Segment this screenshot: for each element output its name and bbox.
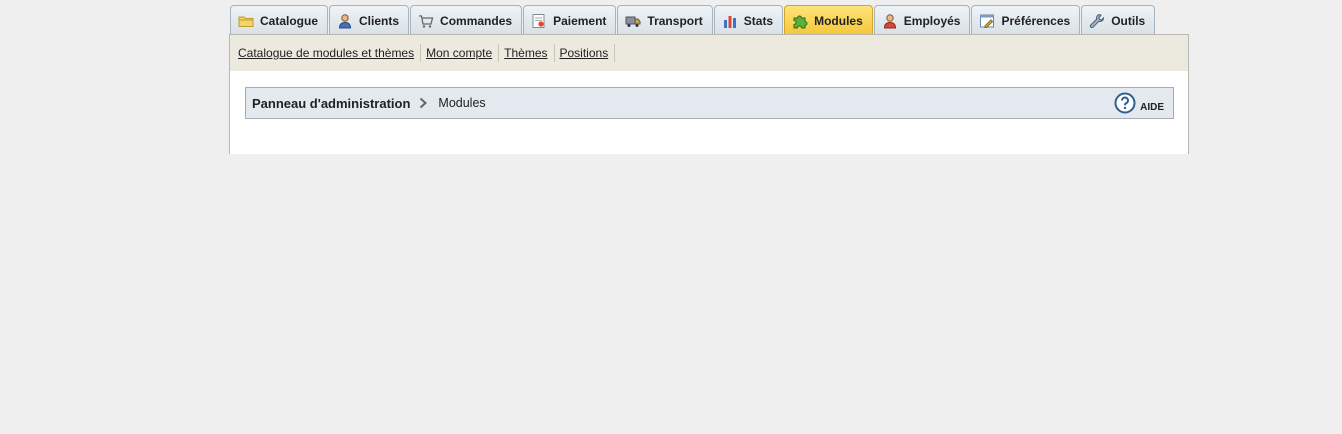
folder-icon xyxy=(238,13,254,29)
sub-navigation: Catalogue de modules et thèmes Mon compt… xyxy=(229,34,1189,72)
user-icon xyxy=(337,13,353,29)
tab-label: Commandes xyxy=(440,13,513,28)
subnav-link-positions[interactable]: Positions xyxy=(555,44,616,62)
content-panel: Panneau d'administration Modules AIDE xyxy=(229,71,1189,154)
preferences-icon xyxy=(979,13,995,29)
tab-clients[interactable]: Clients xyxy=(329,5,410,35)
invoice-icon xyxy=(531,13,547,29)
breadcrumb-current: Modules xyxy=(438,96,486,110)
help-label: AIDE xyxy=(1140,102,1164,113)
tab-stats[interactable]: Stats xyxy=(713,5,784,35)
tab-modules[interactable]: Modules xyxy=(784,5,873,35)
wrench-icon xyxy=(1089,13,1105,29)
puzzle-icon xyxy=(792,13,808,29)
chevron-right-icon xyxy=(419,97,428,109)
tab-label: Transport xyxy=(647,13,703,28)
tab-employes[interactable]: Employés xyxy=(873,5,971,35)
tab-label: Employés xyxy=(903,13,961,28)
main-tab-bar: Catalogue Clients Commandes Paiement Tra… xyxy=(230,5,1156,35)
tab-label: Outils xyxy=(1111,13,1146,28)
breadcrumb-root[interactable]: Panneau d'administration xyxy=(252,96,410,111)
help-button[interactable]: AIDE xyxy=(1114,92,1164,119)
subnav-link-mon-compte[interactable]: Mon compte xyxy=(421,44,500,62)
tab-commandes[interactable]: Commandes xyxy=(410,5,523,35)
tab-label: Paiement xyxy=(553,13,607,28)
tab-label: Stats xyxy=(743,13,774,28)
tab-preferences[interactable]: Préférences xyxy=(971,5,1081,35)
subnav-link-themes[interactable]: Thèmes xyxy=(499,44,555,62)
cart-icon xyxy=(418,13,434,29)
tab-label: Préférences xyxy=(1001,13,1071,28)
bar-chart-icon xyxy=(722,13,738,29)
subnav-link-catalogue-modules-themes[interactable]: Catalogue de modules et thèmes xyxy=(233,44,422,62)
employee-icon xyxy=(882,13,898,29)
tab-paiement[interactable]: Paiement xyxy=(523,5,617,35)
help-icon xyxy=(1114,92,1136,119)
tab-label: Catalogue xyxy=(260,13,319,28)
tab-transport[interactable]: Transport xyxy=(617,5,713,35)
tab-outils[interactable]: Outils xyxy=(1081,5,1156,35)
tab-label: Modules xyxy=(814,13,863,28)
truck-icon xyxy=(625,13,641,29)
tab-catalogue[interactable]: Catalogue xyxy=(230,5,329,35)
tab-label: Clients xyxy=(359,13,400,28)
breadcrumb: Panneau d'administration Modules AIDE xyxy=(245,87,1174,119)
